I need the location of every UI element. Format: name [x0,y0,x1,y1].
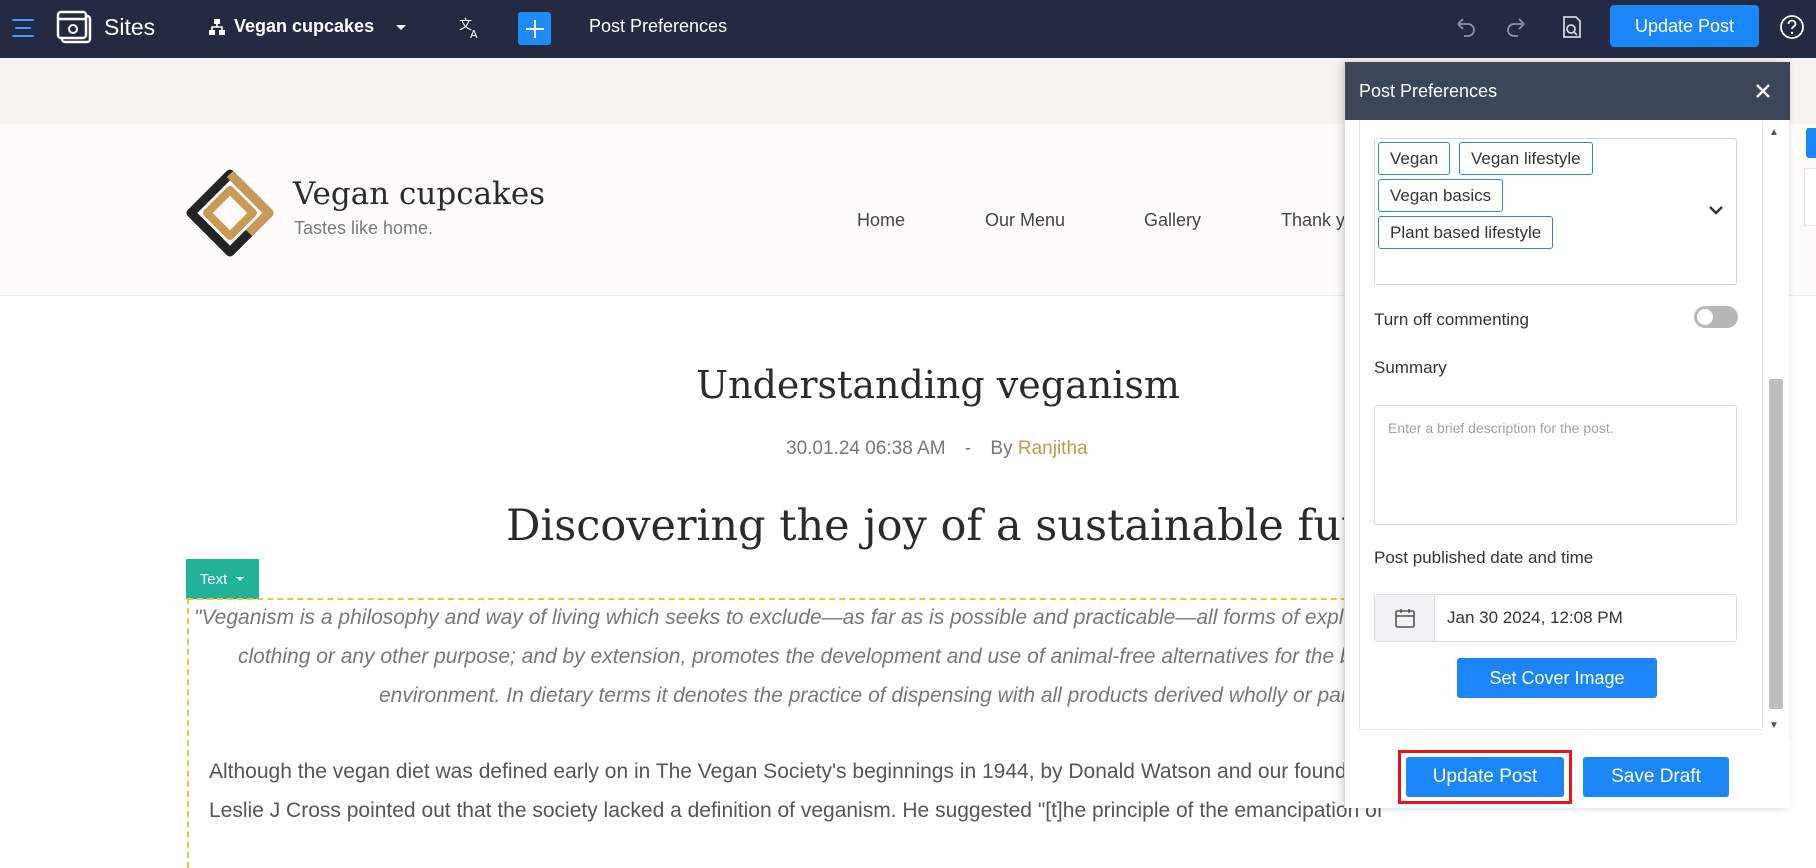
sitemap-icon [209,18,225,35]
paragraph-line: Leslie J Cross pointed out that the soci… [209,799,1383,822]
author-link[interactable]: Ranjitha [1018,438,1088,459]
caret-down-icon [396,24,407,30]
tag-chip[interactable]: Vegan [1378,142,1451,175]
calendar-icon[interactable] [1375,595,1435,641]
element-type-tag[interactable]: Text [186,559,259,599]
site-logo-icon[interactable] [185,168,275,258]
redo-icon[interactable] [1504,14,1532,42]
app-name: Sites [104,14,156,40]
scroll-up-icon[interactable]: ▲ [1769,127,1779,138]
caret-down-icon [236,577,245,581]
close-icon[interactable] [1750,78,1776,104]
post-preferences-panel: Post Preferences Vegan Vegan lifestyle V… [1344,62,1790,808]
top-toolbar: Sites Vegan cupcakes 文A Post Preferences… [0,0,1816,58]
translate-icon[interactable]: 文A [458,16,482,40]
by-label: By [990,438,1013,459]
add-element-button[interactable] [518,12,551,45]
quote-line: "Veganism is a philosophy and way of liv… [194,606,1400,629]
panel-title: Post Preferences [1359,81,1498,101]
help-icon[interactable] [1778,13,1806,41]
quote-line: clothing or any other purpose; and by ex… [238,645,1371,668]
scrollbar-thumb[interactable] [1769,379,1783,709]
commenting-label: Turn off commenting [1374,310,1529,329]
site-switcher[interactable]: Vegan cupcakes [208,16,408,37]
site-switcher-label: Vegan cupcakes [234,16,375,36]
meta-separator: - [964,438,972,459]
nav-item-our-menu[interactable]: Our Menu [985,210,1065,231]
panel-body: Vegan Vegan lifestyle Vegan basics Plant… [1359,120,1763,730]
page-title: Post Preferences [589,16,728,36]
side-card [1804,168,1816,226]
chevron-down-icon[interactable] [1705,199,1727,221]
preview-icon[interactable] [1558,13,1586,41]
tag-chip[interactable]: Vegan lifestyle [1459,142,1593,175]
site-tagline: Tastes like home. [294,218,434,238]
article-meta: 30.01.24 06:38 AM - By Ranjitha [786,438,1088,460]
published-date-label: Post published date and time [1374,548,1594,567]
update-post-button[interactable]: Update Post [1406,757,1564,797]
nav-item-gallery[interactable]: Gallery [1144,210,1201,231]
update-post-button[interactable]: Update Post [1610,5,1759,47]
summary-input[interactable]: Enter a brief description for the post. [1374,405,1737,525]
quote-line: environment. In dietary terms it denotes… [379,684,1359,707]
article-heading[interactable]: Discovering the joy of a sustainable fut… [506,501,1407,551]
sites-logo-icon [56,10,94,48]
summary-label: Summary [1374,358,1447,377]
paragraph-line: Although the vegan diet was defined earl… [209,760,1410,783]
article-date: 30.01.24 06:38 AM [786,438,946,459]
panel-scrollbar[interactable]: ▲ ▼ [1765,124,1787,740]
nav-item-thank-you[interactable]: Thank y [1281,210,1345,231]
tags-field[interactable]: Vegan Vegan lifestyle Vegan basics Plant… [1374,138,1737,285]
commenting-toggle[interactable] [1694,306,1738,328]
plus-icon [525,19,544,38]
panel-header: Post Preferences [1345,62,1790,120]
svg-text:A: A [470,28,478,40]
set-cover-image-button[interactable]: Set Cover Image [1457,658,1657,698]
menu-icon[interactable] [12,14,34,42]
nav-item-home[interactable]: Home [857,210,905,231]
site-name: Vegan cupcakes [293,176,546,212]
tag-chip[interactable]: Plant based lifestyle [1378,216,1554,249]
published-date-value: Jan 30 2024, 12:08 PM [1447,608,1623,627]
tag-chip[interactable]: Vegan basics [1378,179,1504,212]
element-type-label: Text [199,570,228,588]
panel-footer: Update Post Save Draft [1345,740,1790,808]
undo-icon[interactable] [1450,14,1478,42]
scroll-down-icon[interactable]: ▼ [1769,720,1779,731]
save-draft-button[interactable]: Save Draft [1583,757,1729,797]
side-tab[interactable] [1806,128,1816,158]
published-date-field[interactable]: Jan 30 2024, 12:08 PM [1374,594,1737,642]
text-element[interactable]: "Veganism is a philosophy and way of liv… [187,598,1410,868]
